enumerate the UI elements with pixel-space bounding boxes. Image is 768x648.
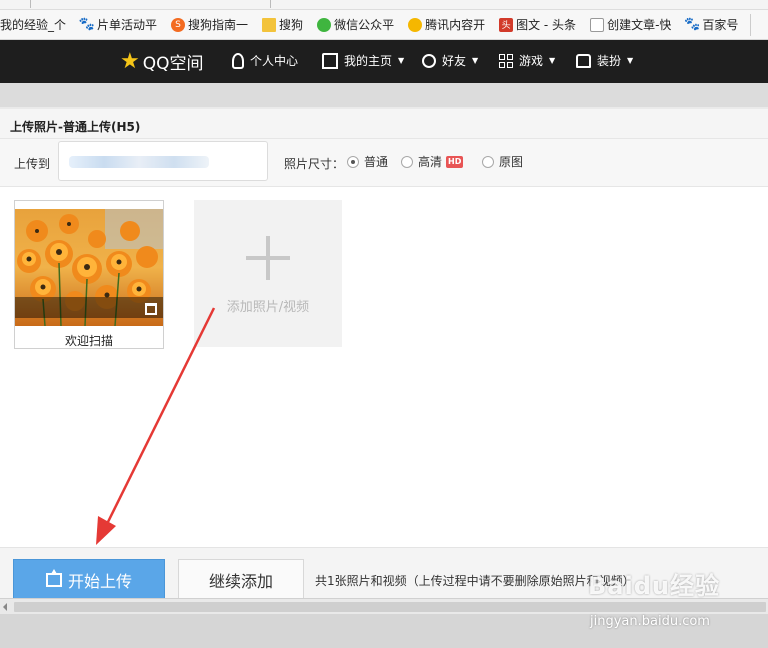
bookmark-item[interactable]: 创建文章-快 xyxy=(586,14,675,36)
nav-dressup[interactable]: 装扮 ▼ xyxy=(576,52,633,69)
bookmark-label: 百家号 xyxy=(702,18,739,32)
dialog-title-bar: 上传照片-普通上传(H5) xyxy=(0,107,768,139)
bookmark-label: 我的经验_个 xyxy=(0,18,67,32)
upload-icon xyxy=(45,569,62,587)
logo-text: QQ空间 xyxy=(142,54,204,74)
bookmark-label: 片单活动平 xyxy=(97,18,158,32)
bookmark-item[interactable]: 搜狗 xyxy=(258,14,307,36)
size-option-normal[interactable]: 普通 xyxy=(347,153,388,170)
photo-thumbnail-card[interactable]: 欢迎扫描 xyxy=(14,200,164,349)
bookmark-item[interactable]: 🐾 片单活动平 xyxy=(76,14,161,36)
nav-games[interactable]: 游戏 ▼ xyxy=(499,52,555,69)
bookmark-label: 腾讯内容开 xyxy=(425,18,486,32)
nav-label: 装扮 xyxy=(597,54,622,68)
qzone-logo[interactable]: ★ QQ空间 xyxy=(120,49,204,74)
star-icon: ★ xyxy=(120,48,140,74)
paw-icon: 🐾 xyxy=(78,17,96,32)
bookmarks-bar: 我的经验_个 🐾 片单活动平 S 搜狗指南一 搜狗 微信公众平 腾讯内容开 头 … xyxy=(0,10,768,40)
radio-selected[interactable] xyxy=(347,155,359,168)
watermark-logo-text: Baidu经验 xyxy=(588,572,720,600)
chevron-down-icon: ▼ xyxy=(549,56,556,65)
upload-dialog: 上传照片-普通上传(H5) 上传到 照片尺寸： 普通 高清 HD 原图 欢迎扫描… xyxy=(0,107,768,619)
radio-label: 普通 xyxy=(364,155,389,169)
wechat-icon xyxy=(317,17,332,32)
nav-my-homepage[interactable]: 我的主页 ▼ xyxy=(322,52,404,69)
photo-caption[interactable]: 欢迎扫描 xyxy=(15,332,163,349)
radio-label: 高清 xyxy=(418,155,443,169)
bookmark-label: 图文 - 头条 xyxy=(516,18,577,32)
bookmark-label: 微信公众平 xyxy=(334,18,395,32)
scroll-left-arrow-icon[interactable] xyxy=(3,603,7,611)
toutiao-icon: 头 xyxy=(499,17,514,32)
folder-icon xyxy=(262,17,277,32)
start-upload-button[interactable]: 开始上传 xyxy=(13,559,165,601)
add-tile-label: 添加照片/视频 xyxy=(226,300,310,315)
photo-overlay-bar xyxy=(15,297,163,318)
address-bar-remnant xyxy=(0,0,768,10)
qzone-header: ★ QQ空间 个人中心 我的主页 ▼ 好友 ▼ 游戏 ▼ 装扮 ▼ xyxy=(0,40,768,83)
games-icon xyxy=(499,53,513,68)
sogou-icon: S xyxy=(171,17,186,32)
home-icon xyxy=(322,52,338,69)
chevron-down-icon: ▼ xyxy=(472,56,479,65)
dialog-title: 上传照片-普通上传(H5) xyxy=(10,120,141,134)
bookmark-item[interactable]: 头 图文 - 头条 xyxy=(495,14,580,36)
add-photo-video-tile[interactable]: 添加照片/视频 xyxy=(194,200,342,347)
bookmarks-overflow[interactable] xyxy=(750,13,768,36)
bookmark-label: 搜狗 xyxy=(279,18,304,32)
upload-to-label: 上传到 xyxy=(14,157,51,171)
tencent-icon xyxy=(408,17,423,32)
start-upload-label: 开始上传 xyxy=(67,572,132,591)
bookmark-item[interactable]: S 搜狗指南一 xyxy=(167,14,252,36)
nav-label: 我的主页 xyxy=(344,54,393,68)
watermark-url: jingyan.baidu.com xyxy=(590,614,710,629)
user-icon xyxy=(232,52,244,69)
size-option-hd[interactable]: 高清 HD xyxy=(401,153,464,170)
nav-label: 好友 xyxy=(442,54,467,68)
bookmark-label: 创建文章-快 xyxy=(607,18,672,32)
continue-add-label: 继续添加 xyxy=(208,572,273,591)
trash-icon[interactable] xyxy=(145,303,157,315)
nav-personal-center[interactable]: 个人中心 xyxy=(232,52,298,69)
bookmark-item[interactable]: 我的经验_个 xyxy=(0,14,70,36)
baidu-jingyan-watermark: Baidu经验 jingyan.baidu.com xyxy=(588,566,720,629)
radio-unselected[interactable] xyxy=(401,155,413,168)
scrollbar-thumb[interactable] xyxy=(14,602,766,612)
bookmark-item[interactable]: 腾讯内容开 xyxy=(404,14,489,36)
upload-options-row: 上传到 照片尺寸： 普通 高清 HD 原图 xyxy=(0,139,768,187)
radio-unselected[interactable] xyxy=(482,155,494,168)
chevron-down-icon: ▼ xyxy=(627,56,634,65)
upload-count-note: 共1张照片和视频（上传过程中请不要删除原始照片和视频） xyxy=(315,574,635,588)
plus-icon-bar xyxy=(246,256,290,260)
bookmark-item[interactable]: 🐾 百家号 xyxy=(681,14,742,36)
nav-label: 个人中心 xyxy=(250,54,299,68)
radio-label: 原图 xyxy=(499,155,524,169)
size-option-original[interactable]: 原图 xyxy=(482,153,523,170)
page-gap xyxy=(0,83,768,107)
shirt-icon xyxy=(576,53,591,68)
photo-size-label: 照片尺寸： xyxy=(284,157,345,171)
chevron-down-icon: ▼ xyxy=(398,56,405,65)
continue-add-button[interactable]: 继续添加 xyxy=(178,559,304,601)
doc-icon xyxy=(590,17,605,32)
friends-icon xyxy=(422,53,436,68)
nav-friends[interactable]: 好友 ▼ xyxy=(422,52,478,69)
paw-icon: 🐾 xyxy=(684,17,701,32)
blurred-album-name xyxy=(69,156,209,168)
bookmark-label: 搜狗指南一 xyxy=(188,18,249,32)
album-select-input[interactable] xyxy=(58,141,268,181)
nav-label: 游戏 xyxy=(519,54,544,68)
hd-badge: HD xyxy=(446,155,464,168)
bookmark-item[interactable]: 微信公众平 xyxy=(313,14,398,36)
